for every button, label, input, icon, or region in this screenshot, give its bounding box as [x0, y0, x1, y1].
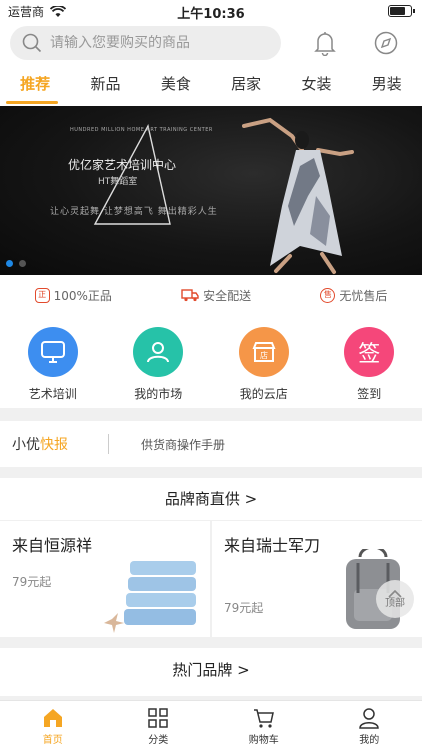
battery-icon	[388, 5, 415, 17]
carousel-indicator	[6, 260, 26, 267]
quick-nav-my-market[interactable]: 我的市场	[106, 315, 212, 408]
news-headline[interactable]: 供货商操作手册	[141, 436, 225, 453]
category-tabs: 推荐 新品 美食 居家 女装 男装	[0, 66, 422, 106]
bell-icon[interactable]	[312, 30, 338, 56]
nav-label: 分类	[148, 735, 169, 746]
nav-home[interactable]: 首页	[0, 701, 106, 750]
towel-image	[104, 561, 196, 633]
guarantee-delivery: 安全配送	[181, 287, 251, 304]
user-icon	[359, 708, 380, 729]
news-brand: 小优快报	[12, 437, 68, 453]
back-to-top-button[interactable]: 顶部	[376, 580, 414, 618]
aftersale-icon: 售	[320, 287, 336, 303]
guarantee-label: 安全配送	[203, 288, 252, 303]
nav-label: 首页	[42, 735, 63, 746]
guarantee-strip: 正 100%正品 安全配送 售 无忧售后	[0, 275, 422, 315]
brand-name: 来自瑞士军刀	[224, 536, 321, 555]
tab-men[interactable]: 男装	[352, 66, 422, 106]
users-icon	[133, 327, 184, 377]
tab-new[interactable]: 新品	[70, 66, 140, 106]
header	[0, 22, 422, 66]
store-icon: 店	[238, 327, 289, 377]
home-icon	[43, 709, 62, 727]
guarantee-label: 无忧售后	[339, 288, 388, 303]
svg-text:店: 店	[260, 350, 268, 360]
tab-home[interactable]: 居家	[211, 66, 281, 106]
brand-card[interactable]: 来自瑞士军刀 79元起	[212, 521, 422, 637]
search-box[interactable]	[10, 26, 281, 60]
bottom-nav: 首页 分类 购物车 我的	[0, 700, 422, 750]
truck-icon	[181, 289, 199, 302]
search-input[interactable]	[50, 35, 250, 51]
quick-nav-label: 我的市场	[134, 387, 183, 401]
nav-label: 我的	[359, 735, 380, 746]
status-time: 上午10:36	[177, 7, 245, 22]
status-bar: 运营商 上午10:36	[0, 0, 422, 22]
hot-brands-title[interactable]: 热门品牌 >	[0, 648, 422, 696]
compass-icon[interactable]	[373, 30, 399, 56]
carousel-dot[interactable]	[19, 260, 26, 267]
quick-nav: 艺术培训 我的市场 店 我的云店 签 签到	[0, 315, 422, 408]
back-to-top-label: 顶部	[385, 597, 405, 609]
authentic-icon: 正	[34, 287, 50, 303]
grid-icon	[148, 708, 168, 728]
quick-nav-art-training[interactable]: 艺术培训	[0, 315, 106, 408]
banner-english-text: HUNDRED MILLION HOME ART TRAINING CENTER	[70, 127, 213, 133]
banner-title: 优亿家艺术培训中心	[68, 158, 177, 172]
tab-recommend[interactable]: 推荐	[0, 66, 70, 106]
chevron-up-icon	[388, 589, 402, 598]
brand-price: 79元起	[12, 575, 52, 589]
news-ticker[interactable]: 小优快报 供货商操作手册	[0, 421, 422, 467]
news-divider	[108, 434, 109, 454]
brand-direct-list: 来自恒源祥 79元起 来自瑞士军刀 79元起	[0, 521, 422, 637]
guarantee-aftersale: 售 无忧售后	[320, 287, 387, 304]
banner-slogan: 让心灵起舞 让梦想高飞 舞出精彩人生	[50, 207, 218, 217]
banner-carousel[interactable]: HUNDRED MILLION HOME ART TRAINING CENTER…	[0, 106, 422, 275]
carousel-dot[interactable]	[6, 260, 13, 267]
nav-cart[interactable]: 购物车	[211, 701, 317, 750]
checkin-icon: 签	[344, 327, 395, 377]
brand-card[interactable]: 来自恒源祥 79元起	[0, 521, 210, 637]
tab-women[interactable]: 女装	[281, 66, 351, 106]
guarantee-authentic: 正 100%正品	[34, 287, 112, 304]
quick-nav-label: 签到	[357, 387, 382, 401]
dancer-image	[242, 117, 354, 274]
tab-food[interactable]: 美食	[141, 66, 211, 106]
guarantee-label: 100%正品	[53, 288, 112, 303]
nav-category[interactable]: 分类	[106, 701, 212, 750]
quick-nav-label: 艺术培训	[28, 387, 77, 401]
quick-nav-my-store[interactable]: 店 我的云店	[211, 315, 317, 408]
quick-nav-checkin[interactable]: 签 签到	[317, 315, 422, 408]
banner-subtitle: HT舞蹈室	[98, 177, 138, 187]
brand-direct-title[interactable]: 品牌商直供 >	[0, 478, 422, 520]
nav-mine[interactable]: 我的	[317, 701, 422, 750]
quick-nav-label: 我的云店	[239, 387, 288, 401]
monitor-icon	[27, 327, 78, 377]
nav-label: 购物车	[248, 735, 279, 746]
brand-price: 79元起	[224, 601, 264, 615]
cart-icon	[253, 709, 274, 728]
search-icon	[22, 33, 42, 53]
brand-name: 来自恒源祥	[12, 536, 93, 555]
